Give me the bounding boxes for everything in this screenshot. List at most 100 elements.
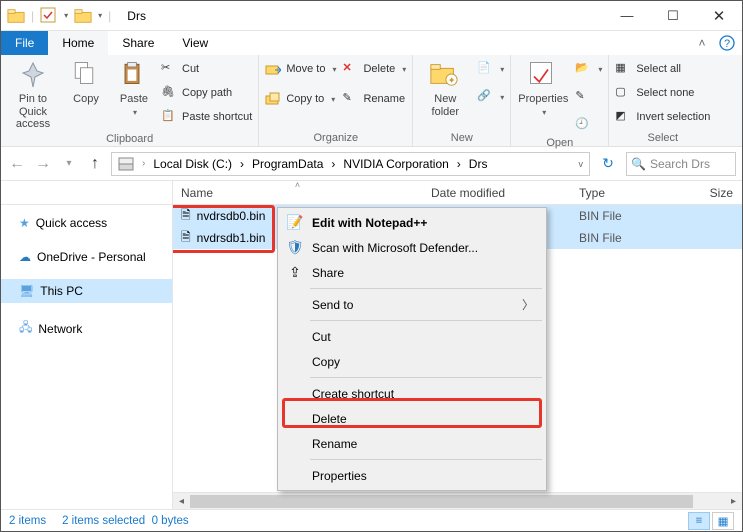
copy-to-button[interactable]: Copy to▾: [265, 89, 336, 109]
qat-dropdown-icon[interactable]: ▾: [64, 11, 68, 20]
up-button[interactable]: ↑: [85, 155, 105, 173]
context-menu: 📝Edit with Notepad++ 🛡Scan with Microsof…: [277, 207, 547, 491]
ctx-properties[interactable]: Properties: [280, 463, 544, 488]
paste-shortcut-button[interactable]: 📋Paste shortcut: [161, 107, 252, 127]
rename-icon: ✎: [342, 91, 358, 107]
thumbnails-view-button[interactable]: ▦: [712, 512, 734, 530]
ctx-cut[interactable]: Cut: [280, 324, 544, 349]
group-clipboard: Pin to Quick access Copy Paste ▾ ✂Cut 🖇C…: [1, 55, 259, 146]
copy-path-button[interactable]: 🖇Copy path: [161, 83, 252, 103]
nav-onedrive[interactable]: ☁OneDrive - Personal: [1, 245, 172, 269]
star-icon: ★: [19, 216, 30, 230]
open-icon: 📂: [575, 61, 591, 77]
new-folder-icon: ✦: [429, 59, 461, 91]
column-type[interactable]: Type: [571, 181, 671, 204]
copy-button[interactable]: Copy: [65, 59, 107, 106]
ribbon-expand-icon[interactable]: ˄: [692, 31, 712, 55]
help-icon[interactable]: ?: [712, 31, 742, 55]
breadcrumb-item[interactable]: Drs: [465, 153, 492, 175]
easy-access-button[interactable]: 🔗▾: [477, 87, 504, 107]
forward-button[interactable]: →: [33, 155, 53, 173]
pin-icon: [17, 59, 49, 91]
rename-button[interactable]: ✎Rename: [342, 89, 406, 109]
select-all-icon: ▦: [615, 61, 631, 77]
ctx-rename[interactable]: Rename: [280, 431, 544, 456]
edit-icon: ✎: [575, 89, 591, 105]
group-open: Properties ▾ 📂▾ ✎ 🕘 Open: [511, 55, 609, 146]
new-folder-button[interactable]: ✦ New folder: [419, 59, 471, 118]
ctx-edit-notepad[interactable]: 📝Edit with Notepad++: [280, 210, 544, 235]
column-date[interactable]: Date modified: [423, 181, 571, 204]
breadcrumb-item[interactable]: NVIDIA Corporation: [339, 153, 452, 175]
content-area: ★Quick access ☁OneDrive - Personal 🖥This…: [1, 205, 742, 509]
invert-selection-button[interactable]: ◩Invert selection: [615, 107, 710, 127]
breadcrumb-item[interactable]: ProgramData: [248, 153, 327, 175]
ctx-defender[interactable]: 🛡Scan with Microsoft Defender...: [280, 235, 544, 260]
separator: [310, 320, 542, 321]
ctx-delete[interactable]: Delete: [280, 406, 544, 431]
delete-x-icon: ✕: [342, 61, 358, 77]
column-size[interactable]: Size: [671, 181, 742, 204]
navigation-pane: ★Quick access ☁OneDrive - Personal 🖥This…: [1, 205, 173, 509]
svg-text:?: ?: [724, 38, 730, 50]
ctx-share[interactable]: ⇪Share: [280, 260, 544, 285]
search-input[interactable]: 🔍 Search Drs: [626, 152, 736, 176]
refresh-button[interactable]: ↻: [596, 155, 620, 172]
monitor-icon: 🖥: [19, 284, 34, 298]
history-button[interactable]: 🕘: [575, 115, 602, 135]
breadcrumb-item[interactable]: Local Disk (C:): [149, 153, 236, 175]
qat-properties-icon[interactable]: [40, 7, 58, 25]
recent-locations-button[interactable]: ▾: [59, 158, 79, 169]
horizontal-scrollbar[interactable]: ◂ ▸: [173, 492, 742, 509]
address-dropdown-icon[interactable]: v: [575, 153, 588, 175]
network-icon: 🖧: [19, 318, 32, 339]
invert-selection-icon: ◩: [615, 109, 631, 125]
chevron-down-icon: ▾: [133, 108, 137, 117]
easy-access-icon: 🔗: [477, 89, 493, 105]
pin-to-quick-access-button[interactable]: Pin to Quick access: [7, 59, 59, 131]
view-tab[interactable]: View: [168, 31, 222, 55]
column-name[interactable]: Name˄: [173, 181, 423, 204]
history-icon: 🕘: [575, 117, 591, 133]
ctx-send-to[interactable]: Send to〉: [280, 292, 544, 317]
back-button[interactable]: ←: [7, 155, 27, 173]
group-select: ▦Select all ▢Select none ◩Invert selecti…: [609, 55, 716, 146]
scrollbar-thumb[interactable]: [190, 495, 693, 508]
status-item-count: 2 items: [9, 515, 46, 527]
open-button[interactable]: 📂▾: [575, 59, 602, 79]
title-bar: | ▾ ▾ | Drs — ☐ ✕: [1, 1, 742, 31]
home-tab[interactable]: Home: [48, 31, 108, 55]
nav-network[interactable]: 🖧Network: [1, 313, 172, 344]
close-button[interactable]: ✕: [696, 1, 742, 31]
paste-button[interactable]: Paste ▾: [113, 59, 155, 117]
chevron-right-icon: 〉: [522, 296, 534, 313]
delete-button[interactable]: ✕Delete▾: [342, 59, 406, 79]
qat-overflow-icon[interactable]: ▾: [98, 11, 102, 20]
edit-button[interactable]: ✎: [575, 87, 602, 107]
maximize-button[interactable]: ☐: [650, 1, 696, 31]
file-tab[interactable]: File: [1, 31, 48, 55]
select-none-button[interactable]: ▢Select none: [615, 83, 710, 103]
ctx-copy[interactable]: Copy: [280, 349, 544, 374]
cut-button[interactable]: ✂Cut: [161, 59, 252, 79]
move-to-button[interactable]: Move to▾: [265, 59, 336, 79]
nav-quick-access[interactable]: ★Quick access: [1, 211, 172, 235]
column-header-row: Name˄ Date modified Type Size: [1, 181, 742, 205]
properties-button[interactable]: Properties ▾: [517, 59, 569, 117]
separator: [310, 288, 542, 289]
share-tab[interactable]: Share: [108, 31, 168, 55]
nav-this-pc[interactable]: 🖥This PC: [1, 279, 172, 303]
ctx-create-shortcut[interactable]: Create shortcut: [280, 381, 544, 406]
breadcrumb-bar[interactable]: › Local Disk (C:)› ProgramData› NVIDIA C…: [111, 152, 590, 176]
scroll-right-button[interactable]: ▸: [725, 496, 742, 507]
minimize-button[interactable]: —: [604, 1, 650, 31]
scroll-left-button[interactable]: ◂: [173, 496, 190, 507]
details-view-button[interactable]: ≡: [688, 512, 710, 530]
new-item-button[interactable]: 📄▾: [477, 59, 504, 79]
paste-icon: [118, 59, 150, 91]
separator: [310, 459, 542, 460]
separator: [310, 377, 542, 378]
select-all-button[interactable]: ▦Select all: [615, 59, 710, 79]
file-list[interactable]: 🗎nvdrsdb0.bin BIN File 🗎nvdrsdb1.bin BIN…: [173, 205, 742, 509]
status-bar: 2 items 2 items selected 0 bytes ≡ ▦: [1, 509, 742, 531]
